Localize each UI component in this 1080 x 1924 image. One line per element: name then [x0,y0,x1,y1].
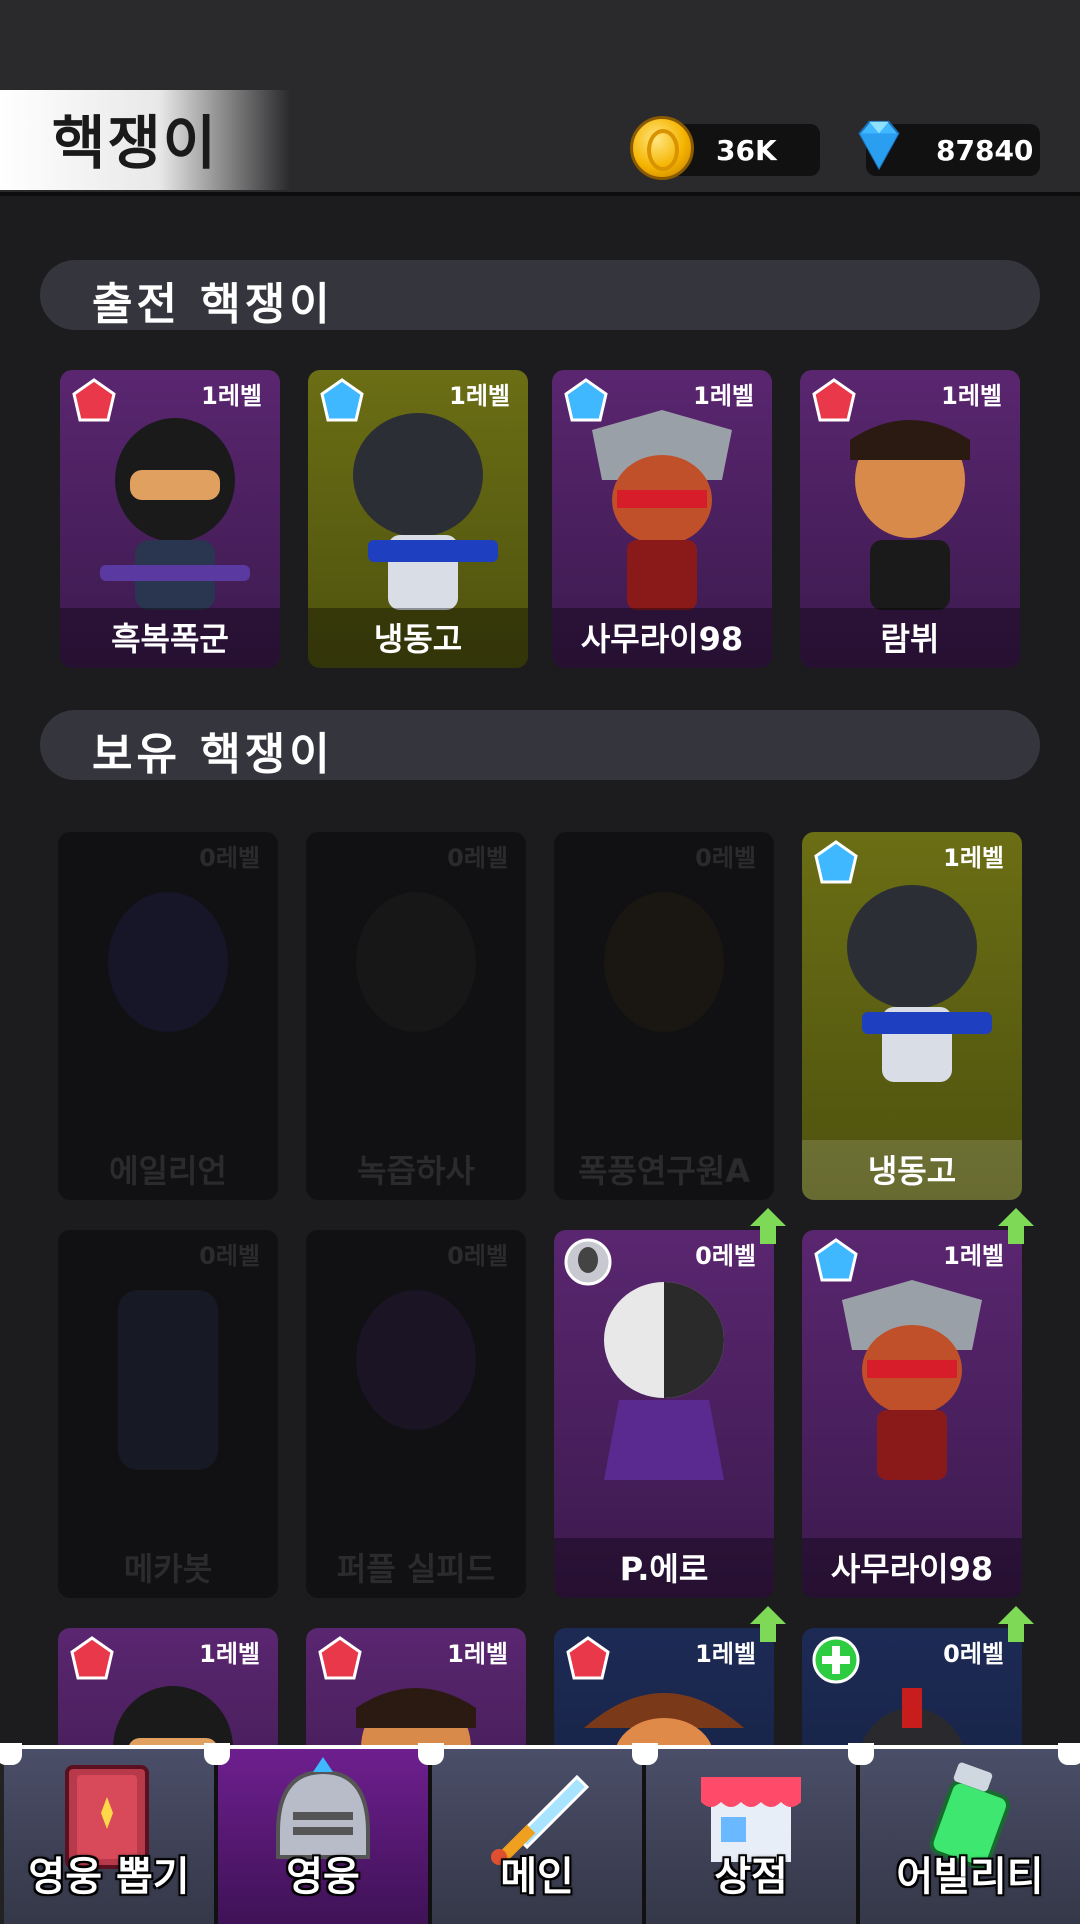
hero-portrait [604,892,724,1032]
tab-hero[interactable]: 영웅 [218,1749,432,1924]
gem-counter[interactable]: 87840 [858,120,1040,176]
upgrade-arrow-icon [750,1606,786,1642]
tab-label: 영웅 뽑기 [28,1854,190,1900]
card-name: 폭풍연구원A [578,1152,750,1190]
owned-card-1[interactable]: 0레벨 에일리언 [58,832,278,1200]
tab-label: 상점 [714,1854,788,1900]
card-name: 냉동고 [373,620,463,658]
hero-portrait [847,885,992,1082]
hero-portrait [118,1290,218,1470]
card-level: 1레벨 [199,1640,260,1668]
card-name: 냉동고 [867,1152,957,1190]
deployed-card-1[interactable]: 1레벨 흑복폭군 [60,370,280,668]
owned-section-header: 보유 핵쟁이 [40,710,1040,780]
tab-shop[interactable]: 상점 [646,1749,860,1924]
deployed-section-header: 출전 핵쟁이 [40,260,1040,330]
upgrade-arrow-icon [998,1208,1034,1244]
coin-value: 36K [716,133,777,167]
card-level: 0레벨 [199,844,260,872]
card-name: 녹즙하사 [357,1152,475,1190]
card-level: 0레벨 [943,1640,1004,1668]
page-title: 핵쟁이 [52,109,219,177]
tab-label: 메인 [500,1854,574,1900]
hero-portrait [356,1290,476,1430]
owned-card-4[interactable]: 1레벨 냉동고 [802,832,1022,1200]
coin-counter[interactable]: 36K [630,116,820,180]
hero-portrait [842,1280,982,1480]
nav-divider [848,1743,874,1765]
tab-main[interactable]: 메인 [432,1749,646,1924]
card-name: 퍼플 실피드 [336,1550,496,1588]
card-name: 사무라이98 [830,1550,994,1588]
deployed-section-title: 출전 핵쟁이 [92,279,334,330]
nav-divider [0,1743,22,1765]
bottom-nav: 영웅 뽑기 영웅 메인 상점 어빌리티 [0,1743,1080,1924]
hero-portrait [604,1282,724,1480]
card-level: 1레벨 [943,1242,1004,1270]
upgrade-arrow-icon [750,1208,786,1244]
deployed-card-4[interactable]: 1레벨 람뷔 [800,370,1020,668]
tab-hero-summon[interactable]: 영웅 뽑기 [4,1749,218,1924]
coin-icon [630,116,694,180]
nav-divider [1058,1743,1080,1765]
hero-portrait [100,418,250,610]
card-level: 0레벨 [695,1242,756,1270]
card-level: 1레벨 [447,1640,508,1668]
owned-card-6[interactable]: 0레벨 퍼플 실피드 [306,1230,526,1598]
nav-divider [632,1743,658,1765]
gem-value: 87840 [936,133,1034,167]
owned-card-8[interactable]: 1레벨 사무라이98 [802,1230,1022,1598]
card-level: 1레벨 [695,1640,756,1668]
card-level: 0레벨 [447,844,508,872]
card-name: 흑복폭군 [111,620,229,658]
card-name: 에일리언 [109,1152,227,1190]
deployed-card-2[interactable]: 1레벨 냉동고 [308,370,528,668]
card-name: P.에로 [619,1550,709,1588]
hero-portrait [108,892,228,1032]
card-level: 0레벨 [695,844,756,872]
deployed-card-3[interactable]: 1레벨 사무라이98 [552,370,772,668]
owned-card-5[interactable]: 0레벨 메카봇 [58,1230,278,1598]
upgrade-arrow-icon [998,1606,1034,1642]
nav-divider [204,1743,230,1765]
owned-card-2[interactable]: 0레벨 녹즙하사 [306,832,526,1200]
owned-section-title: 보유 핵쟁이 [92,729,334,780]
tab-label: 어빌리티 [896,1854,1044,1900]
card-name: 람뷔 [880,620,940,658]
tab-label: 영웅 [286,1854,360,1900]
card-level: 0레벨 [199,1242,260,1270]
tab-ability[interactable]: 어빌리티 [860,1749,1080,1924]
nav-divider [418,1743,444,1765]
card-name: 사무라이98 [580,620,744,658]
card-level: 1레벨 [943,844,1004,872]
diamond-icon [858,120,900,171]
hero-portrait [353,413,498,610]
owned-card-3[interactable]: 0레벨 폭풍연구원A [554,832,774,1200]
card-level: 0레벨 [447,1242,508,1270]
owned-card-7[interactable]: 0레벨 P.에로 [554,1230,774,1598]
card-name: 메카봇 [123,1550,213,1588]
hero-portrait [592,410,732,610]
hero-portrait [850,420,970,610]
hero-portrait [356,892,476,1032]
